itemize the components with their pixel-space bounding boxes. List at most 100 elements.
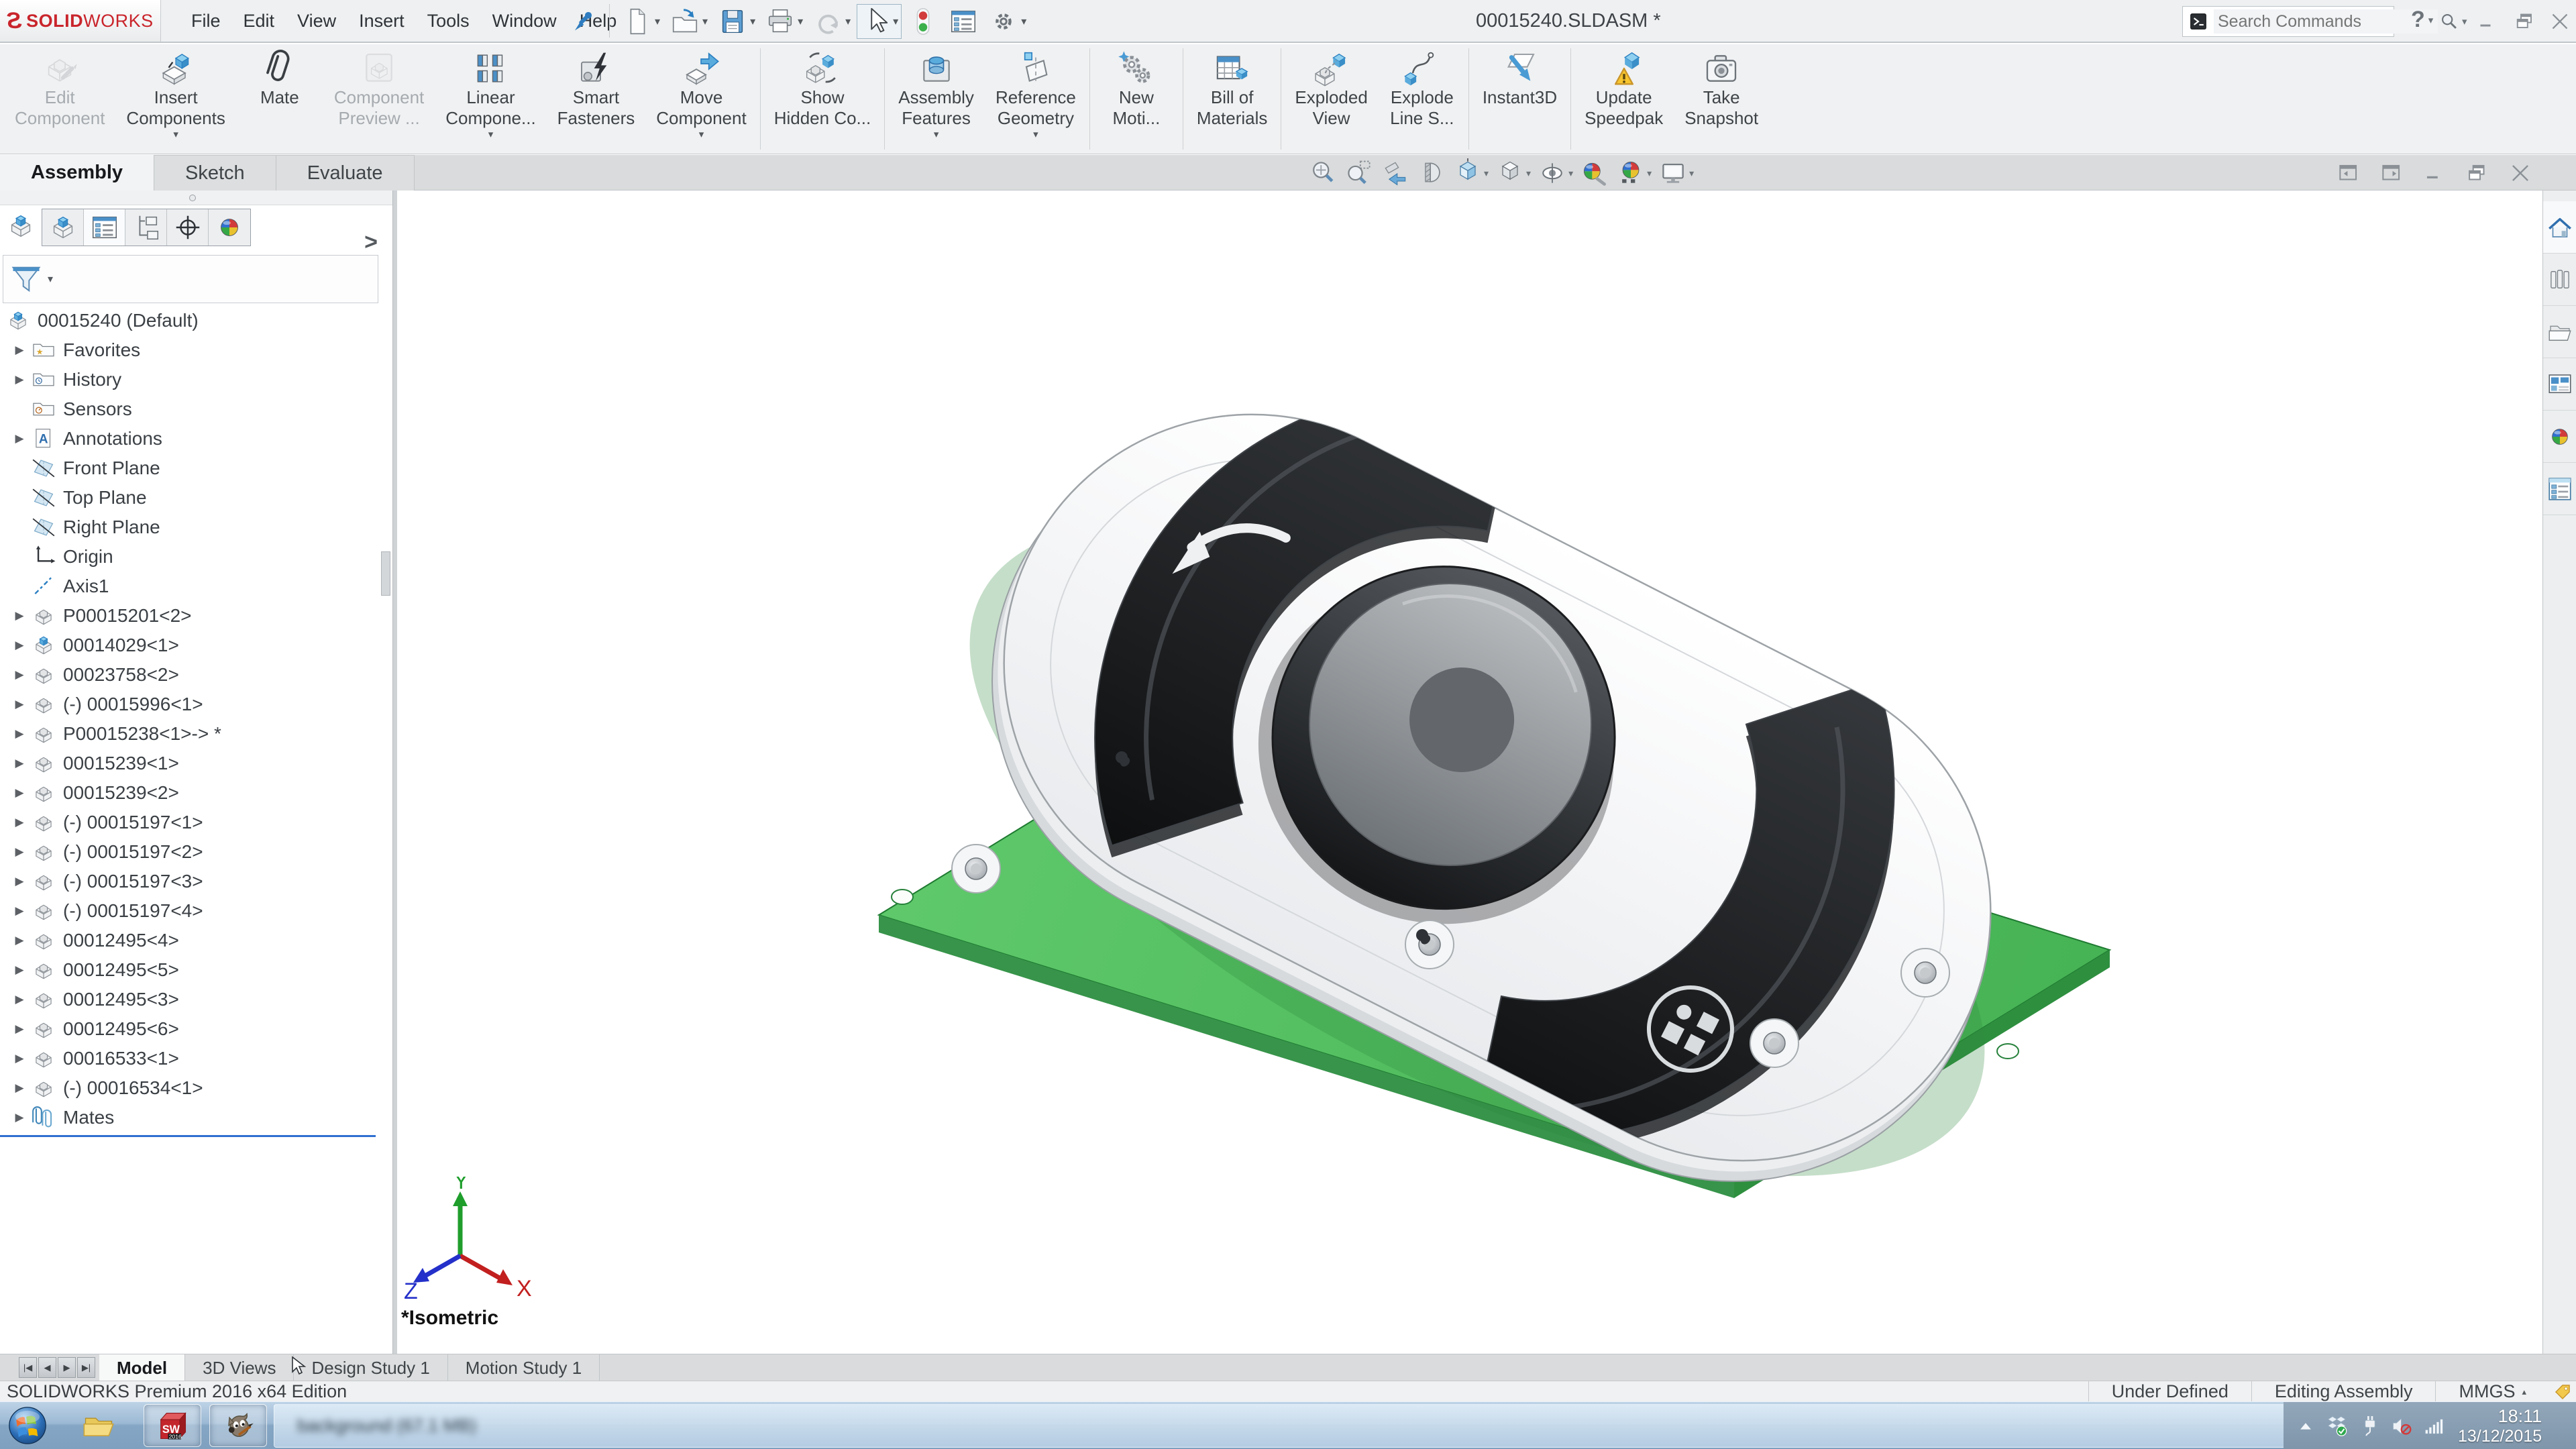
- tree-filter-bar[interactable]: ▾: [3, 255, 378, 303]
- expander-icon[interactable]: ▶: [8, 373, 31, 386]
- ribbon-button[interactable]: Explode Line S...: [1379, 44, 1466, 154]
- ribbon-button[interactable]: Update Speedpak: [1574, 44, 1674, 154]
- panel-splitter[interactable]: [392, 191, 397, 1354]
- feature-tree-item[interactable]: ▶ (-) 00016534<1>: [0, 1073, 392, 1103]
- feature-tree-item[interactable]: ▶ Favorites: [0, 335, 392, 365]
- task-pane-tab[interactable]: [2543, 463, 2576, 515]
- command-tab[interactable]: Sketch: [154, 155, 276, 191]
- dropdown-arrow-icon[interactable]: ▾: [1689, 168, 1694, 179]
- search-commands-box[interactable]: ▾: [2182, 6, 2394, 37]
- expander-icon[interactable]: ▶: [8, 639, 31, 652]
- ribbon-button[interactable]: Move Component ▾: [645, 44, 757, 154]
- heads-up-button[interactable]: [1580, 158, 1609, 188]
- ribbon-button[interactable]: Edit Component: [4, 44, 115, 154]
- heads-up-button[interactable]: ▾: [1495, 158, 1531, 188]
- ribbon-button[interactable]: Take Snapshot: [1674, 44, 1769, 154]
- heads-up-button[interactable]: [1344, 158, 1374, 188]
- expander-icon[interactable]: ▶: [8, 816, 31, 829]
- tray-icon[interactable]: [2357, 1413, 2383, 1439]
- feature-tree-item[interactable]: ▶ (-) 00015197<1>: [0, 808, 392, 837]
- quick-toolbar-button[interactable]: ▾: [985, 4, 1030, 39]
- heads-up-button[interactable]: ▾: [1453, 158, 1489, 188]
- tray-icon[interactable]: [2325, 1413, 2351, 1439]
- expander-icon[interactable]: ▶: [8, 963, 31, 977]
- taskbar-clock[interactable]: 18:11 13/12/2015: [2458, 1406, 2542, 1446]
- panel-expand-arrow[interactable]: >: [364, 229, 378, 256]
- ribbon-button[interactable]: Reference Geometry ▾: [985, 44, 1087, 154]
- dropdown-arrow-icon[interactable]: ▾: [488, 129, 494, 141]
- dropdown-arrow-icon[interactable]: ▾: [1021, 15, 1026, 28]
- task-pane-tab[interactable]: [2543, 411, 2576, 463]
- status-item[interactable]: MMGS ▴: [2435, 1381, 2549, 1402]
- tree-rollback-bar[interactable]: [0, 1135, 376, 1137]
- feature-tree-item[interactable]: ▶ Right Plane: [0, 513, 392, 542]
- expander-icon[interactable]: ▶: [8, 845, 31, 859]
- ribbon-button[interactable]: New Moti...: [1093, 44, 1180, 154]
- heads-up-button[interactable]: ▾: [1658, 158, 1694, 188]
- ribbon-button[interactable]: Assembly Features ▾: [888, 44, 985, 154]
- dropdown-arrow-icon[interactable]: ▾: [798, 15, 803, 28]
- expander-icon[interactable]: ▶: [8, 698, 31, 711]
- expander-icon[interactable]: ▶: [8, 343, 31, 357]
- pin-toolbar-icon[interactable]: [572, 8, 598, 35]
- task-pane-tab[interactable]: [2543, 358, 2576, 411]
- graphics-viewport[interactable]: Y X Z *Isometric: [397, 191, 2542, 1354]
- menu-item[interactable]: File: [180, 0, 232, 42]
- tray-icon[interactable]: [2390, 1413, 2415, 1439]
- expander-icon[interactable]: ▶: [8, 875, 31, 888]
- search-dropdown-arrow-icon[interactable]: ▾: [2462, 15, 2467, 28]
- dropdown-arrow-icon[interactable]: ▾: [893, 15, 898, 28]
- feature-tree-item[interactable]: ▶ Axis1: [0, 572, 392, 601]
- quick-toolbar-button[interactable]: ▾: [761, 4, 806, 39]
- menu-item[interactable]: Window: [481, 0, 568, 42]
- taskbar-open-window[interactable]: background (67.1 MB): [274, 1404, 2290, 1448]
- study-tab[interactable]: Motion Study 1: [448, 1354, 600, 1381]
- ribbon-button[interactable]: Linear Compone... ▾: [435, 44, 546, 154]
- feature-tree-item[interactable]: ▶ 00015239<1>: [0, 749, 392, 778]
- panel-scrollbar-thumb[interactable]: [381, 551, 390, 596]
- expander-icon[interactable]: ▶: [8, 786, 31, 800]
- dropdown-arrow-icon[interactable]: ▾: [1526, 168, 1531, 179]
- dropdown-arrow-icon[interactable]: ▾: [934, 129, 939, 141]
- doc-minimize-icon[interactable]: [2422, 160, 2447, 186]
- expander-icon[interactable]: ▶: [8, 904, 31, 918]
- feature-tree-item[interactable]: ▶ Sensors: [0, 394, 392, 424]
- quick-toolbar-button[interactable]: ▾: [619, 4, 663, 39]
- start-button[interactable]: [7, 1405, 48, 1446]
- ribbon-button[interactable]: Exploded View: [1284, 44, 1378, 154]
- quick-toolbar-button[interactable]: [945, 4, 982, 39]
- doc-restore-icon[interactable]: [2465, 160, 2490, 186]
- feature-tree-item[interactable]: ▶ 00014029<1>: [0, 631, 392, 660]
- feature-tree-item[interactable]: ▶ 00023758<2>: [0, 660, 392, 690]
- ribbon-button[interactable]: Bill of Materials: [1186, 44, 1278, 154]
- study-tab[interactable]: 3D Views: [185, 1354, 294, 1381]
- feature-tree-item[interactable]: ▶ (-) 00015197<3>: [0, 867, 392, 896]
- collapse-pane-left-icon[interactable]: [2336, 160, 2361, 186]
- quick-toolbar-button[interactable]: ▾: [666, 4, 711, 39]
- feature-tree-item[interactable]: ▶ 00012495<6>: [0, 1014, 392, 1044]
- search-input[interactable]: [2214, 9, 2438, 34]
- expander-icon[interactable]: ▶: [8, 1081, 31, 1095]
- ribbon-button[interactable]: Component Preview ...: [323, 44, 435, 154]
- feature-tree-item[interactable]: ▶ 00016533<1>: [0, 1044, 392, 1073]
- heads-up-button[interactable]: ▾: [1538, 158, 1573, 188]
- heads-up-button[interactable]: [1308, 158, 1338, 188]
- ribbon-button[interactable]: Instant3D: [1472, 44, 1568, 154]
- ribbon-button[interactable]: Insert Components ▾: [115, 44, 235, 154]
- task-pane-tab[interactable]: [2543, 306, 2576, 358]
- panel-manager-tab[interactable]: [167, 209, 209, 246]
- feature-tree-item[interactable]: ▶ 00015240 (Default): [0, 306, 392, 335]
- dropdown-arrow-icon[interactable]: ▾: [1484, 168, 1489, 179]
- feature-tree-item[interactable]: ▶ (-) 00015996<1>: [0, 690, 392, 719]
- quick-toolbar-button[interactable]: [904, 4, 942, 39]
- panel-manager-tab[interactable]: [125, 209, 167, 246]
- panel-manager-tab[interactable]: [209, 209, 250, 246]
- status-item[interactable]: Editing Assembly: [2251, 1381, 2436, 1402]
- expander-icon[interactable]: ▶: [8, 609, 31, 623]
- task-pane-tab[interactable]: [2543, 201, 2576, 254]
- ribbon-button[interactable]: Show Hidden Co...: [763, 44, 882, 154]
- close-button[interactable]: [2546, 9, 2573, 34]
- quick-toolbar-button[interactable]: ▾: [714, 4, 759, 39]
- ribbon-button[interactable]: Mate: [236, 44, 323, 154]
- panel-manager-tab[interactable]: [84, 209, 125, 246]
